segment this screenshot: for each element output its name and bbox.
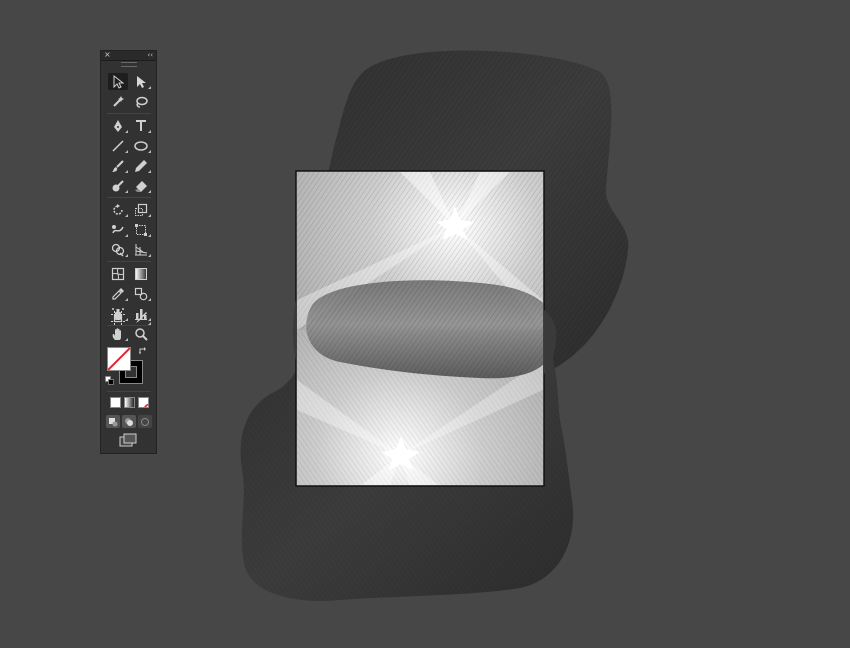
pen-icon	[114, 119, 122, 132]
slice-icon	[136, 311, 147, 323]
wand-icon	[113, 95, 124, 107]
pencil-tool[interactable]	[131, 157, 151, 174]
gradient-button[interactable]	[124, 397, 135, 408]
collapse-icon[interactable]: ‹‹	[147, 49, 153, 61]
scale-tool[interactable]	[131, 201, 151, 218]
panel-header[interactable]: × ‹‹	[101, 49, 156, 61]
none-button[interactable]	[138, 397, 149, 408]
blend-tool[interactable]	[131, 285, 151, 302]
default-colors-icon[interactable]	[105, 376, 115, 386]
pen-tool[interactable]	[108, 117, 128, 134]
none-slash-icon	[108, 348, 130, 370]
close-icon[interactable]: ×	[104, 49, 111, 61]
lasso-tool[interactable]	[131, 93, 151, 110]
perspective-grid-tool[interactable]	[131, 241, 151, 258]
eraser-tool[interactable]	[131, 177, 151, 194]
slice-tool[interactable]	[131, 309, 151, 326]
perspective-grid-icon	[135, 243, 148, 255]
pencil-icon	[135, 159, 147, 172]
free-transform-tool[interactable]	[131, 221, 151, 238]
draw-behind-button[interactable]	[122, 415, 136, 428]
mesh-tool[interactable]	[108, 265, 128, 282]
draw-inside-button[interactable]	[138, 415, 152, 428]
ellipse-tool[interactable]	[131, 137, 151, 154]
hand-icon	[112, 327, 121, 340]
color-button[interactable]	[110, 397, 121, 408]
warp-tool[interactable]	[108, 221, 128, 238]
eraser-icon	[135, 180, 147, 192]
zoom-tool[interactable]	[131, 325, 151, 342]
gradient-tool[interactable]	[131, 265, 151, 282]
direct-selection-tool[interactable]	[131, 73, 151, 90]
ellipse-icon	[134, 140, 148, 151]
line-segment-tool[interactable]	[108, 137, 128, 154]
brush-icon	[112, 159, 124, 172]
draw-inside-icon	[141, 417, 149, 426]
eyedropper-icon	[112, 287, 124, 300]
zoom-icon	[135, 327, 148, 341]
draw-normal-button[interactable]	[106, 415, 120, 428]
hollow-arrow-icon	[137, 75, 146, 88]
panel-grip[interactable]	[121, 62, 137, 67]
blob-brush-tool[interactable]	[108, 177, 128, 194]
mesh-icon	[111, 267, 125, 280]
tools-panel: × ‹‹	[100, 50, 157, 454]
shape-builder-tool[interactable]	[108, 241, 128, 258]
blend-icon	[134, 287, 148, 300]
draw-normal-icon	[109, 417, 118, 426]
artboard-icon	[111, 310, 125, 325]
type-icon	[136, 120, 146, 131]
swap-fill-stroke-icon[interactable]	[138, 346, 148, 356]
line-icon	[112, 139, 124, 152]
warp-icon	[112, 224, 124, 233]
none-slash-icon	[143, 403, 148, 407]
type-tool[interactable]	[131, 117, 151, 134]
gradient-icon	[135, 267, 147, 280]
canvas-workspace[interactable]: × ‹‹	[0, 0, 850, 648]
screen-mode-icon[interactable]	[119, 433, 137, 447]
draw-behind-icon	[125, 417, 133, 426]
shape-builder-icon	[111, 243, 125, 257]
hand-tool[interactable]	[108, 325, 128, 342]
artboard-tool[interactable]	[108, 309, 128, 326]
arrow-icon	[113, 74, 124, 89]
scale-icon	[135, 203, 148, 216]
fill-swatch[interactable]	[107, 347, 131, 371]
free-transform-icon	[135, 223, 147, 236]
rotate-icon	[113, 203, 123, 215]
magic-wand-tool[interactable]	[108, 93, 128, 110]
eyedropper-tool[interactable]	[108, 285, 128, 302]
rotate-tool[interactable]	[108, 201, 128, 218]
selection-tool[interactable]	[108, 73, 128, 90]
blob-brush-icon	[112, 179, 124, 191]
lasso-icon	[136, 96, 148, 108]
paintbrush-tool[interactable]	[108, 157, 128, 174]
